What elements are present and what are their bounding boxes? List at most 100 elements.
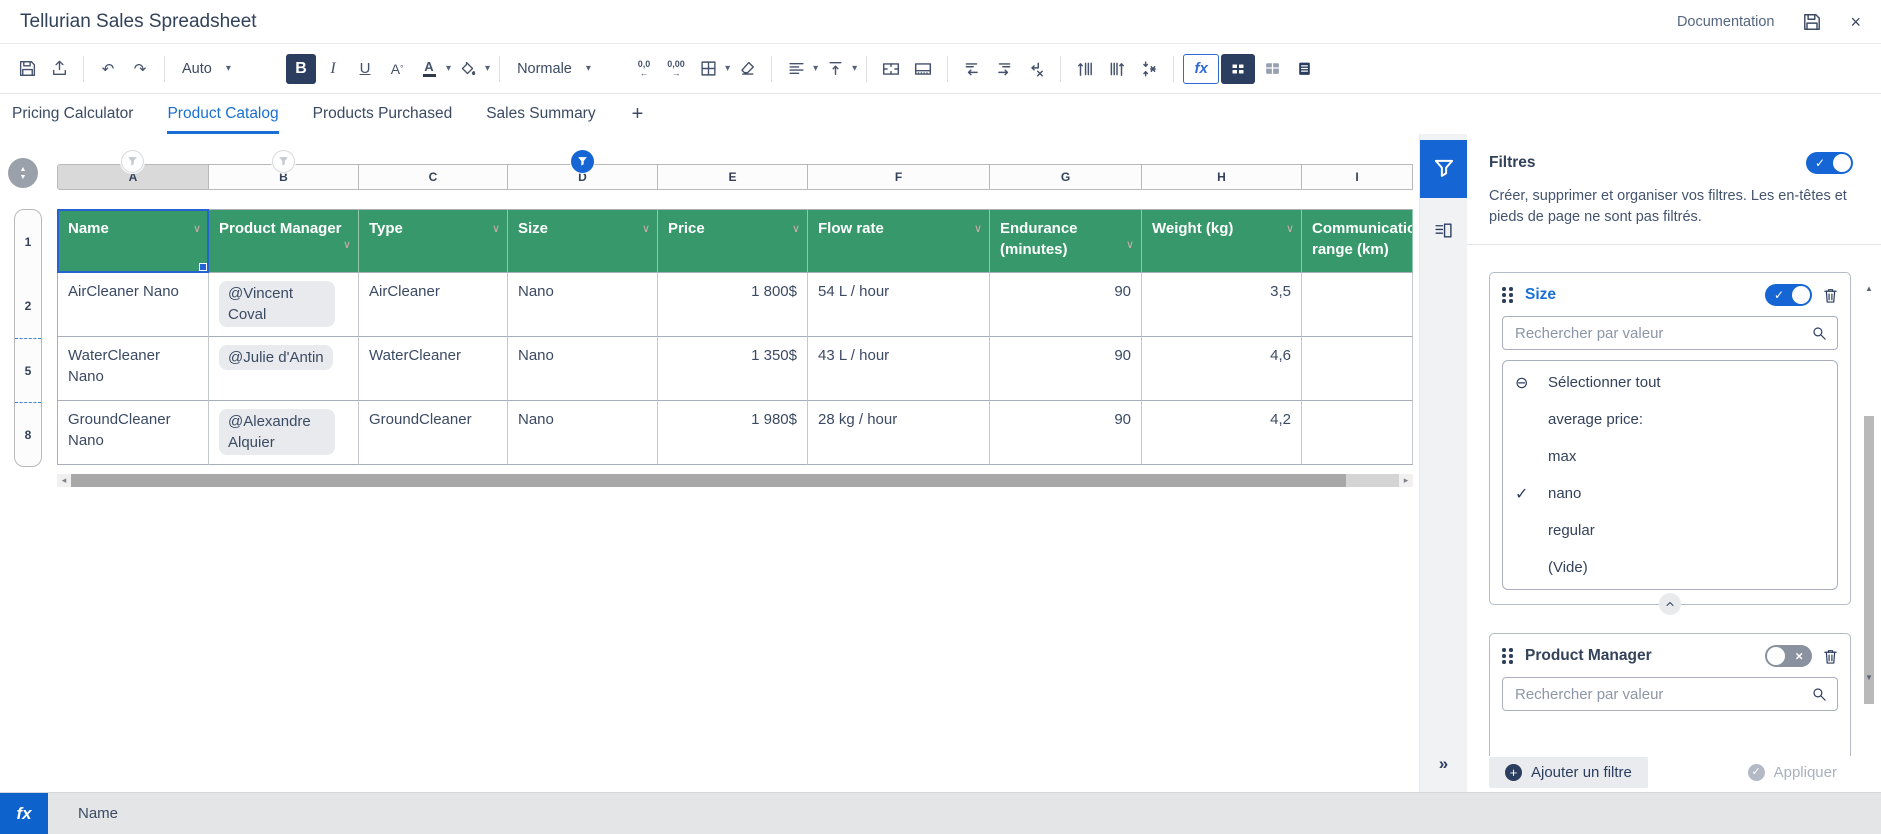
- horizontal-scrollbar[interactable]: ◂ ▸: [57, 474, 1413, 487]
- merge-across-button[interactable]: [908, 54, 938, 84]
- font-size-dropdown[interactable]: Auto ▾: [174, 54, 284, 84]
- cell[interactable]: [1302, 401, 1413, 465]
- cell[interactable]: 1 980$: [658, 401, 808, 465]
- vertical-align-button[interactable]: [820, 54, 850, 84]
- print-button[interactable]: [44, 54, 74, 84]
- cell[interactable]: Nano: [508, 337, 658, 401]
- tab-sales-summary[interactable]: Sales Summary: [486, 94, 595, 134]
- apply-button[interactable]: ✓ Appliquer: [1748, 764, 1837, 781]
- chevron-down-icon[interactable]: ∨: [1286, 222, 1294, 237]
- header-cell-endurance[interactable]: Endurance (minutes)∨: [990, 209, 1142, 273]
- cell[interactable]: 90: [990, 337, 1142, 401]
- cell[interactable]: [1302, 337, 1413, 401]
- filter-size-toggle[interactable]: ✓: [1765, 284, 1812, 306]
- collapse-panel-button[interactable]: »: [1439, 754, 1448, 774]
- chevron-down-icon[interactable]: ∨: [1126, 238, 1134, 253]
- undo-button[interactable]: ↶: [93, 54, 123, 84]
- cell[interactable]: @Alexandre Alquier: [209, 401, 359, 465]
- select-all-button[interactable]: ▲ ▼: [8, 158, 38, 188]
- header-cell-weight[interactable]: Weight (kg)∨: [1142, 209, 1302, 273]
- merge-cells-button[interactable]: [876, 54, 906, 84]
- chevron-down-icon[interactable]: ▾: [725, 63, 730, 74]
- conditional-formatting-button[interactable]: [1289, 54, 1319, 84]
- sort-panel-button[interactable]: [1434, 222, 1453, 239]
- delete-filter-icon[interactable]: [1823, 648, 1838, 665]
- row-header-2[interactable]: 2: [15, 274, 41, 338]
- filter-search-input[interactable]: [1513, 685, 1812, 704]
- column-header-i[interactable]: I: [1302, 164, 1413, 190]
- column-width-button[interactable]: [1102, 54, 1132, 84]
- documentation-link[interactable]: Documentation: [1677, 14, 1775, 30]
- search-icon[interactable]: [1812, 326, 1827, 341]
- redo-button[interactable]: ↷: [125, 54, 155, 84]
- cell[interactable]: 54 L / hour: [808, 273, 990, 337]
- option-regular[interactable]: regular: [1503, 512, 1837, 549]
- option-average-price[interactable]: average price:: [1503, 401, 1837, 438]
- option-nano[interactable]: ✓nano: [1503, 475, 1837, 512]
- cell[interactable]: [1302, 273, 1413, 337]
- close-icon[interactable]: ×: [1850, 13, 1861, 31]
- cell[interactable]: WaterCleaner Nano: [57, 337, 209, 401]
- clear-eraser-button[interactable]: [732, 54, 762, 84]
- cell[interactable]: 28 kg / hour: [808, 401, 990, 465]
- cell[interactable]: AirCleaner Nano: [57, 273, 209, 337]
- chevron-down-icon[interactable]: ∨: [343, 238, 351, 253]
- insert-cells-right-button[interactable]: [989, 54, 1019, 84]
- format-as-table-button[interactable]: [1257, 54, 1287, 84]
- cell[interactable]: GroundCleaner: [359, 401, 508, 465]
- tab-product-catalog[interactable]: Product Catalog: [167, 94, 278, 134]
- add-filter-button[interactable]: + Ajouter un filtre: [1489, 757, 1648, 788]
- scroll-left-icon[interactable]: ◂: [57, 474, 71, 487]
- header-cell-communication-range[interactable]: Communication range (km): [1302, 209, 1413, 273]
- filter-funnel-column-a-icon[interactable]: [121, 150, 144, 173]
- row-header-8[interactable]: 8: [15, 402, 41, 466]
- scrollbar-track[interactable]: [71, 474, 1399, 487]
- filter-funnel-column-d-icon[interactable]: [571, 150, 594, 173]
- chevron-down-icon[interactable]: ▾: [446, 63, 451, 74]
- insert-cells-left-button[interactable]: [957, 54, 987, 84]
- cell[interactable]: GroundCleaner Nano: [57, 401, 209, 465]
- drag-handle-icon[interactable]: [1502, 648, 1513, 664]
- chevron-down-icon[interactable]: ∨: [492, 222, 500, 237]
- scrollbar-thumb[interactable]: [1864, 416, 1874, 704]
- underline-button[interactable]: U: [350, 54, 380, 84]
- header-cell-flow-rate[interactable]: Flow rate∨: [808, 209, 990, 273]
- filters-panel-button[interactable]: [1420, 140, 1468, 198]
- number-format-dropdown[interactable]: Normale ▾: [509, 54, 627, 84]
- chevron-down-icon[interactable]: ∨: [974, 222, 982, 237]
- scroll-up-icon[interactable]: ▲: [1863, 284, 1875, 293]
- hide-rows-button[interactable]: [1134, 54, 1164, 84]
- filter-funnel-column-b-icon[interactable]: [272, 150, 295, 173]
- option-max[interactable]: max: [1503, 438, 1837, 475]
- column-header-f[interactable]: F: [808, 164, 990, 190]
- chevron-down-icon[interactable]: ∨: [193, 222, 201, 237]
- cell[interactable]: 1 350$: [658, 337, 808, 401]
- filter-search-input[interactable]: [1513, 324, 1812, 343]
- horizontal-align-button[interactable]: [781, 54, 811, 84]
- header-cell-product-manager[interactable]: Product Manager∨: [209, 209, 359, 273]
- cell[interactable]: @Vincent Coval: [209, 273, 359, 337]
- cell[interactable]: 4,6: [1142, 337, 1302, 401]
- decrease-decimal-button[interactable]: 0,0←: [629, 54, 659, 84]
- header-cell-size[interactable]: Size∨: [508, 209, 658, 273]
- header-cell-type[interactable]: Type∨: [359, 209, 508, 273]
- cell[interactable]: WaterCleaner: [359, 337, 508, 401]
- mention-chip[interactable]: @Alexandre Alquier: [219, 409, 335, 455]
- fx-button[interactable]: fx: [0, 793, 48, 834]
- cell[interactable]: 3,5: [1142, 273, 1302, 337]
- italic-button[interactable]: I: [318, 54, 348, 84]
- cell[interactable]: Nano: [508, 273, 658, 337]
- chevron-down-icon[interactable]: ▾: [485, 63, 490, 74]
- header-cell-price[interactable]: Price∨: [658, 209, 808, 273]
- save-button[interactable]: [12, 54, 42, 84]
- panel-scrollbar[interactable]: ▲ ▼: [1863, 284, 1875, 682]
- cell[interactable]: Nano: [508, 401, 658, 465]
- delete-filter-icon[interactable]: [1823, 287, 1838, 304]
- add-sheet-button[interactable]: +: [632, 94, 644, 134]
- save-icon[interactable]: [1802, 12, 1822, 32]
- cell[interactable]: @Julie d'Antin: [209, 337, 359, 401]
- filter-product-manager-toggle[interactable]: ×: [1765, 645, 1812, 667]
- row-height-button[interactable]: [1070, 54, 1100, 84]
- row-header-5[interactable]: 5: [15, 338, 41, 402]
- cell[interactable]: 90: [990, 401, 1142, 465]
